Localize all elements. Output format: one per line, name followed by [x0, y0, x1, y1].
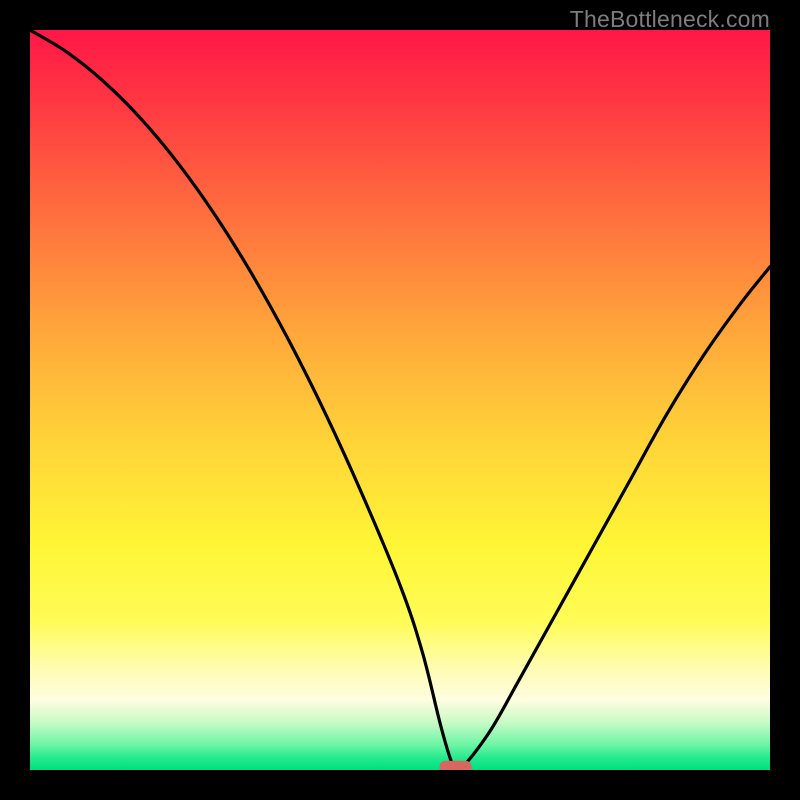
gradient-background	[30, 30, 770, 770]
chart-frame: TheBottleneck.com	[0, 0, 800, 800]
minimum-marker	[440, 761, 472, 770]
plot-area	[30, 30, 770, 770]
chart-canvas	[30, 30, 770, 770]
watermark-text: TheBottleneck.com	[570, 6, 770, 33]
